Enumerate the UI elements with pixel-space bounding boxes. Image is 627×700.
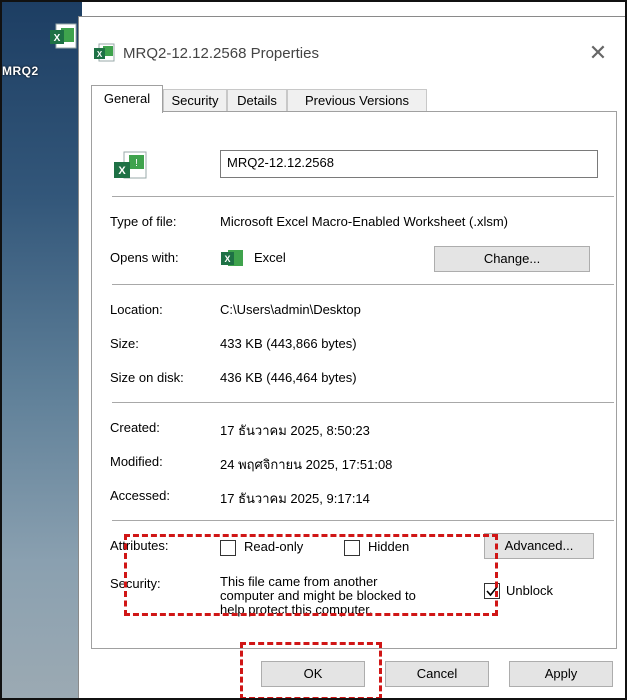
title-bar[interactable]: X MRQ2-12.12.2568 Properties ✕ (79, 17, 625, 77)
accessed-label: Accessed: (110, 488, 170, 503)
type-value: Microsoft Excel Macro-Enabled Worksheet … (220, 214, 509, 229)
change-button[interactable]: Change... (434, 246, 590, 272)
size-on-disk-label: Size on disk: (110, 370, 184, 385)
highlight-security-box (124, 534, 498, 616)
modified-label: Modified: (110, 454, 163, 469)
modified-value: 24 พฤศจิกายน 2025, 17:51:08 (220, 457, 393, 472)
filename-field[interactable]: MRQ2-12.12.2568 (220, 150, 598, 178)
svg-text:X: X (118, 165, 126, 177)
created-value: 17 ธันวาคม 2025, 8:50:23 (220, 423, 370, 438)
tab-general[interactable]: General (91, 85, 163, 113)
size-value: 433 KB (443,866 bytes) (220, 336, 357, 351)
highlight-ok-box (240, 642, 382, 698)
separator (112, 520, 614, 521)
excel-file-icon[interactable]: X (48, 22, 78, 52)
separator (112, 402, 614, 403)
opens-with-value: Excel (254, 250, 286, 265)
type-label: Type of file: (110, 214, 177, 229)
window-title: MRQ2-12.12.2568 Properties (123, 45, 319, 62)
apply-button[interactable]: Apply (509, 661, 613, 687)
size-on-disk-value: 436 KB (446,464 bytes) (220, 370, 357, 385)
advanced-button[interactable]: Advanced... (484, 533, 594, 559)
desktop-background: X MRQ2 (2, 2, 82, 698)
tab-previous-versions[interactable]: Previous Versions (287, 89, 427, 111)
svg-text:X: X (54, 33, 61, 44)
unblock-label: Unblock (506, 583, 553, 598)
opens-with-label: Opens with: (110, 250, 179, 265)
svg-text:X: X (97, 50, 103, 59)
location-value: C:\Users\admin\Desktop (220, 302, 361, 317)
tab-security[interactable]: Security (163, 89, 227, 111)
excel-file-icon: ! X (114, 151, 147, 179)
excel-app-icon: X (221, 250, 243, 266)
screenshot-frame: X MRQ2 X MRQ2-12.12.2568 Properties ✕ Ge… (0, 0, 627, 700)
svg-text:X: X (224, 254, 230, 264)
cancel-button[interactable]: Cancel (385, 661, 489, 687)
svg-text:!: ! (135, 158, 138, 169)
separator (112, 196, 614, 197)
accessed-value: 17 ธันวาคม 2025, 9:17:14 (220, 491, 370, 506)
excel-file-icon: X (94, 43, 115, 62)
location-label: Location: (110, 302, 163, 317)
desktop-icon-label: MRQ2 (2, 64, 39, 78)
close-icon[interactable]: ✕ (584, 39, 612, 67)
created-label: Created: (110, 420, 160, 435)
tab-details[interactable]: Details (227, 89, 287, 111)
separator (112, 284, 614, 285)
size-label: Size: (110, 336, 139, 351)
